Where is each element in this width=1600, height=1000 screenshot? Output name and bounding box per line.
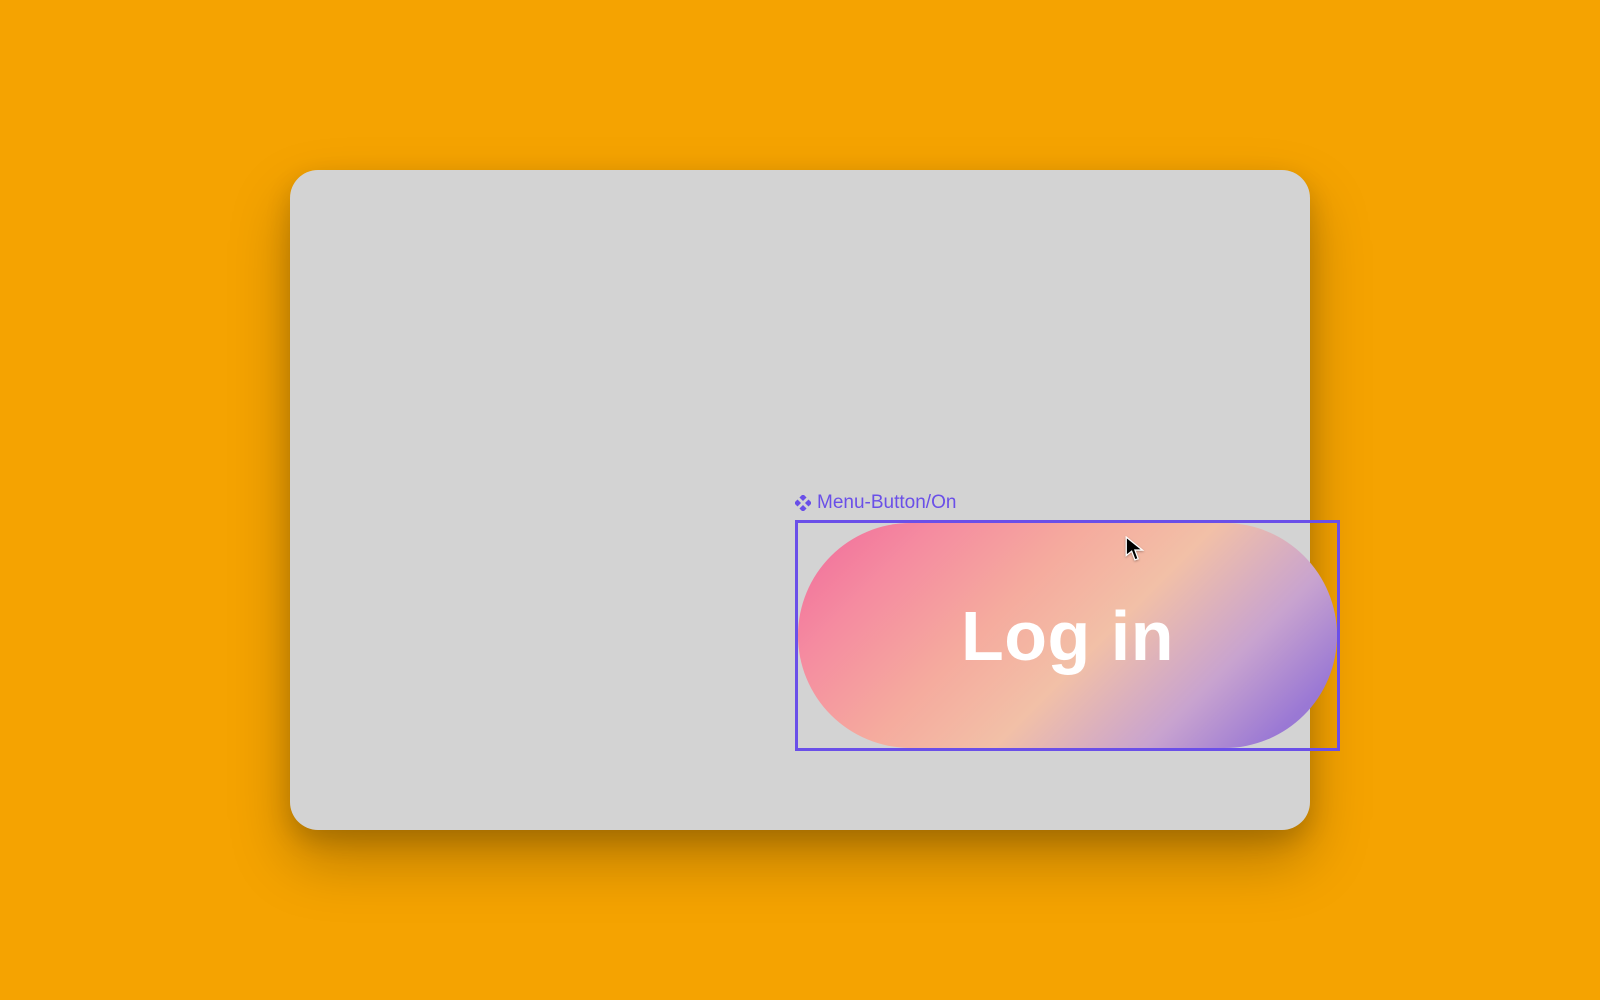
component-icon (795, 495, 811, 511)
login-button-label: Log in (961, 596, 1174, 676)
selection-label-bar[interactable]: Menu-Button/On (795, 492, 956, 514)
login-button[interactable]: Log in (798, 523, 1337, 748)
design-canvas[interactable]: Menu-Button/On Log in (290, 170, 1310, 830)
selection-frame: Menu-Button/On Log in (795, 520, 1340, 751)
selection-label-text: Menu-Button/On (817, 492, 956, 514)
